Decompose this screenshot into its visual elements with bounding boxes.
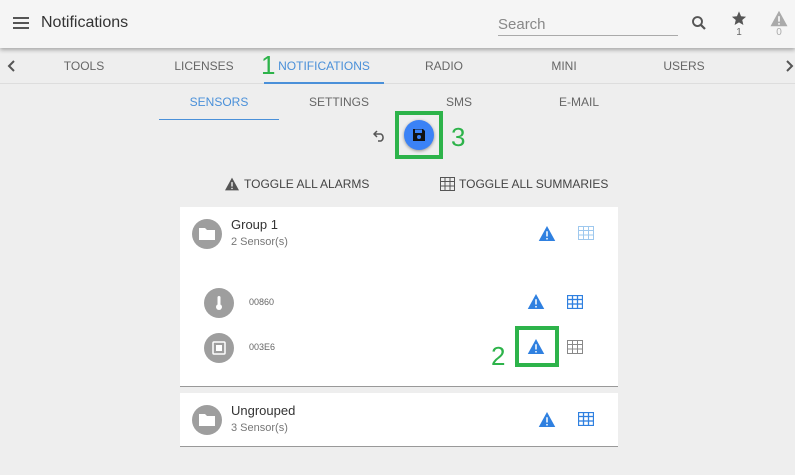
table-icon: [577, 411, 595, 427]
group-name: Ungrouped: [231, 403, 296, 418]
square-sensor-icon: [204, 333, 234, 363]
annotation-1: 1: [261, 50, 276, 80]
toggle-all-alarms-label: TOGGLE ALL ALARMS: [244, 177, 370, 191]
annotation-box-alarm: [515, 326, 559, 367]
group-card-ungrouped: Ungrouped 3 Sensor(s): [180, 393, 618, 447]
sensor-summary-toggle[interactable]: [566, 294, 585, 313]
alerts-button[interactable]: 0: [767, 10, 791, 38]
table-icon: [440, 176, 455, 191]
app-header: Notifications 1 0: [0, 0, 795, 48]
main-nav: TOOLS LICENSES NOTIFICATIONS RADIO MINI …: [0, 48, 795, 84]
tab-licenses[interactable]: LICENSES: [144, 48, 264, 84]
page-title: Notifications: [41, 14, 129, 31]
warning-icon: [527, 294, 545, 309]
warning-icon: [538, 226, 556, 241]
group-sensor-count: 3 Sensor(s): [231, 422, 288, 434]
table-icon: [567, 340, 583, 354]
folder-icon: [192, 219, 222, 249]
annotation-2: 2: [491, 341, 506, 371]
search-input[interactable]: [498, 14, 678, 36]
tab-mini[interactable]: MINI: [504, 48, 624, 84]
group-name: Group 1: [231, 217, 278, 232]
group-alarm-toggle[interactable]: [538, 225, 556, 243]
table-icon: [566, 294, 584, 310]
chevron-left-icon[interactable]: [6, 58, 18, 74]
warning-icon: [770, 10, 788, 27]
search-icon[interactable]: [690, 14, 708, 32]
group-summary-toggle[interactable]: [577, 411, 596, 430]
save-button[interactable]: [404, 120, 434, 150]
sensor-alarm-toggle[interactable]: [527, 293, 545, 311]
favorites-button[interactable]: 1: [727, 10, 751, 38]
subtab-sensors[interactable]: SENSORS: [159, 88, 279, 120]
alerts-count: 0: [776, 27, 782, 38]
tab-radio[interactable]: RADIO: [384, 48, 504, 84]
sensor-summary-toggle[interactable]: [567, 340, 585, 358]
undo-icon[interactable]: [372, 128, 387, 142]
toggle-all-summaries-label: TOGGLE ALL SUMMARIES: [459, 177, 609, 191]
annotation-3: 3: [451, 122, 466, 152]
warning-icon: [538, 412, 556, 427]
tab-users[interactable]: USERS: [624, 48, 744, 84]
folder-icon: [192, 405, 222, 435]
tab-tools[interactable]: TOOLS: [24, 48, 144, 84]
sensor-id: 00860: [249, 297, 275, 307]
table-icon: [578, 226, 594, 240]
menu-icon[interactable]: [13, 17, 29, 29]
toggle-all-summaries-button[interactable]: TOGGLE ALL SUMMARIES: [440, 175, 608, 193]
toggle-all-alarms-button[interactable]: TOGGLE ALL ALARMS: [224, 175, 369, 193]
chevron-right-icon[interactable]: [783, 58, 795, 74]
group-sensor-count: 2 Sensor(s): [231, 236, 288, 248]
star-icon: [731, 11, 747, 26]
floppy-disk-icon: [413, 129, 425, 141]
group-summary-toggle[interactable]: [578, 226, 596, 244]
subtab-settings[interactable]: SETTINGS: [279, 88, 399, 120]
group-alarm-toggle[interactable]: [538, 411, 556, 429]
thermometer-icon: [204, 288, 234, 318]
tab-notifications[interactable]: NOTIFICATIONS: [264, 48, 384, 84]
warning-icon: [225, 177, 239, 191]
sensor-id: 003E6: [249, 342, 276, 352]
subtab-email[interactable]: E-MAIL: [519, 88, 639, 120]
favorites-count: 1: [736, 27, 742, 38]
